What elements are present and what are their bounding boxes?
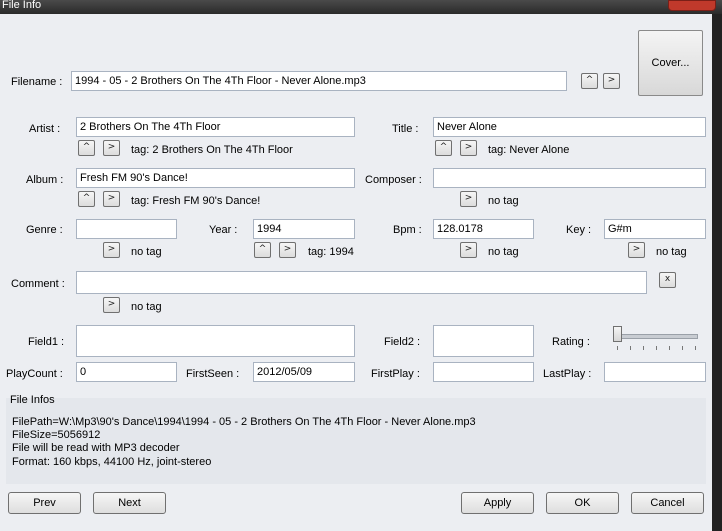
artist-label: Artist : [29, 123, 61, 135]
comment-label: Comment : [11, 278, 65, 290]
filename-label: Filename : [11, 76, 63, 88]
file-infos-panel [6, 398, 706, 484]
ok-button[interactable]: OK [546, 492, 619, 514]
album-tag-text: tag: Fresh FM 90's Dance! [131, 195, 261, 207]
rating-tick [669, 346, 670, 350]
key-field[interactable]: G#m [604, 219, 706, 239]
field1-label: Field1 : [28, 336, 65, 348]
rating-tick [643, 346, 644, 350]
cancel-button[interactable]: Cancel [631, 492, 704, 514]
file-info-line: FilePath=W:\Mp3\90's Dance\1994\1994 - 0… [12, 416, 476, 428]
title-copy-button[interactable]: > [460, 140, 477, 156]
rating-slider-thumb[interactable] [613, 326, 622, 342]
composer-tag-text: no tag [488, 195, 519, 207]
artist-tag-text: tag: 2 Brothers On The 4Th Floor [131, 144, 293, 156]
filename-up-button[interactable]: ^ [581, 73, 598, 89]
playcount-label: PlayCount : [6, 368, 63, 380]
rating-tick [656, 346, 657, 350]
lastplay-label: LastPlay : [543, 368, 592, 380]
file-info-line: FileSize=5056912 [12, 429, 101, 441]
cover-button[interactable]: Cover... [638, 30, 703, 96]
file-info-line: File will be read with MP3 decoder [12, 442, 180, 454]
artist-up-button[interactable]: ^ [78, 140, 95, 156]
album-field[interactable]: Fresh FM 90's Dance! [76, 168, 355, 188]
firstplay-label: FirstPlay : [371, 368, 420, 380]
firstplay-field[interactable] [433, 362, 534, 382]
year-tag-text: tag: 1994 [308, 246, 354, 258]
title-field[interactable]: Never Alone [433, 117, 706, 137]
playcount-field[interactable]: 0 [76, 362, 177, 382]
artist-copy-button[interactable]: > [103, 140, 120, 156]
next-button[interactable]: Next [93, 492, 166, 514]
title-label: Title : [392, 123, 419, 135]
filename-copy-button[interactable]: > [603, 73, 620, 89]
composer-copy-button[interactable]: > [460, 191, 477, 207]
year-copy-button[interactable]: > [279, 242, 296, 258]
key-tag-text: no tag [656, 246, 687, 258]
album-up-button[interactable]: ^ [78, 191, 95, 207]
window-close-button[interactable] [668, 0, 716, 11]
file-info-line: Format: 160 kbps, 44100 Hz, joint-stereo [12, 456, 212, 468]
firstseen-field[interactable]: 2012/05/09 [253, 362, 355, 382]
window-title: File Info [2, 0, 42, 11]
field2-label: Field2 : [384, 336, 421, 348]
rating-tick [630, 346, 631, 350]
title-up-button[interactable]: ^ [435, 140, 452, 156]
genre-tag-text: no tag [131, 246, 162, 258]
comment-tag-text: no tag [131, 301, 162, 313]
prev-button[interactable]: Prev [8, 492, 81, 514]
comment-field[interactable] [76, 271, 647, 294]
year-label: Year : [209, 224, 238, 236]
rating-tick [682, 346, 683, 350]
filename-field[interactable]: 1994 - 05 - 2 Brothers On The 4Th Floor … [71, 71, 567, 91]
rating-tick [617, 346, 618, 350]
artist-field[interactable]: 2 Brothers On The 4Th Floor [76, 117, 355, 137]
bpm-field[interactable]: 128.0178 [433, 219, 534, 239]
lastplay-field[interactable] [604, 362, 706, 382]
composer-label: Composer : [365, 174, 422, 186]
album-copy-button[interactable]: > [103, 191, 120, 207]
composer-field[interactable] [433, 168, 706, 188]
comment-copy-button[interactable]: > [103, 297, 120, 313]
field2-field[interactable] [433, 325, 534, 357]
genre-label: Genre : [26, 224, 63, 236]
title-bar: File Info [0, 0, 722, 14]
genre-field[interactable] [76, 219, 177, 239]
year-up-button[interactable]: ^ [254, 242, 271, 258]
bpm-label: Bpm : [393, 224, 422, 236]
rating-label: Rating : [552, 336, 590, 348]
genre-copy-button[interactable]: > [103, 242, 120, 258]
field1-field[interactable] [76, 325, 355, 357]
key-copy-button[interactable]: > [628, 242, 645, 258]
firstseen-label: FirstSeen : [186, 368, 240, 380]
bpm-copy-button[interactable]: > [460, 242, 477, 258]
file-infos-label: File Infos [10, 394, 55, 406]
background-edge [712, 14, 722, 531]
year-field[interactable]: 1994 [253, 219, 355, 239]
comment-clear-button[interactable]: x [659, 272, 676, 288]
rating-slider-track[interactable] [614, 334, 698, 339]
bpm-tag-text: no tag [488, 246, 519, 258]
title-tag-text: tag: Never Alone [488, 144, 570, 156]
apply-button[interactable]: Apply [461, 492, 534, 514]
album-label: Album : [26, 174, 64, 186]
key-label: Key : [566, 224, 592, 236]
rating-tick [695, 346, 696, 350]
